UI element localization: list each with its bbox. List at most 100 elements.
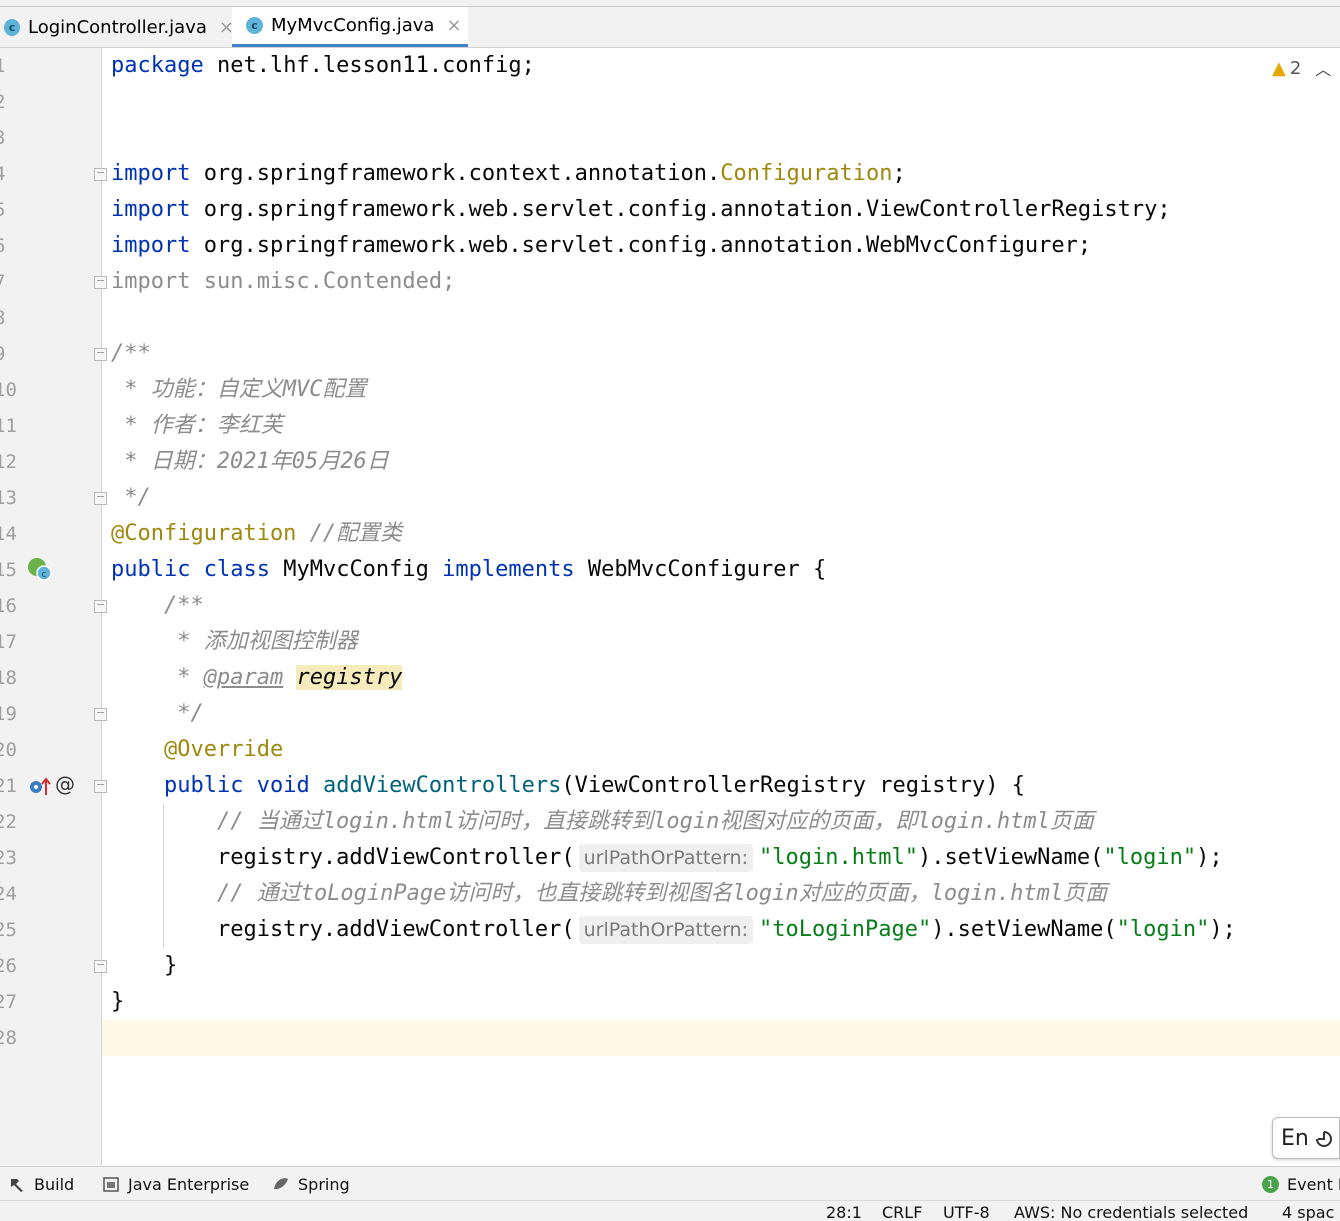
line-comment: // 通过toLoginPage访问时，也直接跳转到视图名login对应的页面，… xyxy=(111,881,1108,906)
fold-marker[interactable] xyxy=(94,780,107,793)
class-icon: c xyxy=(4,18,21,36)
line-number: 21 xyxy=(0,775,17,797)
code-line: import org.springframework.context.annot… xyxy=(111,161,906,186)
code-line: import org.springframework.web.servlet.c… xyxy=(111,197,1171,222)
caret-position[interactable]: 28:1 xyxy=(826,1203,862,1221)
line-number: 26 xyxy=(0,955,17,977)
tool-label: Spring xyxy=(298,1174,350,1194)
fold-marker[interactable] xyxy=(94,168,107,181)
window-top-strip xyxy=(0,0,1340,7)
fold-marker[interactable] xyxy=(94,492,107,505)
code-line: registry.addViewController(urlPathOrPatt… xyxy=(111,916,1236,944)
editor-tab-bar: c LoginController.java × c MyMvcConfig.j… xyxy=(0,7,1340,48)
file-encoding[interactable]: UTF-8 xyxy=(943,1203,990,1221)
spring-leaf-icon xyxy=(274,1178,288,1190)
doc-comment-line: */ xyxy=(111,485,151,510)
line-number: 22 xyxy=(0,811,17,833)
tool-label: Build xyxy=(34,1174,75,1194)
tool-java-enterprise[interactable]: Java Enterprise xyxy=(102,1167,249,1201)
tool-label: Java Enterprise xyxy=(128,1174,250,1194)
svg-text:c: c xyxy=(42,570,47,580)
tool-event-log[interactable]: 1 Event L xyxy=(1262,1167,1340,1201)
doc-comment-line: */ xyxy=(111,701,204,726)
line-number: 10 xyxy=(0,379,17,401)
fold-marker[interactable] xyxy=(94,600,107,613)
tab-label: MyMvcConfig.java xyxy=(271,15,435,36)
tool-build[interactable]: Build xyxy=(8,1167,74,1201)
doc-comment-line: * 日期：2021年05月26日 xyxy=(111,449,389,474)
line-number: 8 xyxy=(0,300,22,336)
parameter-hint: urlPathOrPattern: xyxy=(578,916,753,944)
tool-label: Event L xyxy=(1287,1174,1340,1194)
line-number: 12 xyxy=(0,451,17,473)
code-line: } xyxy=(111,989,125,1014)
doc-comment-line: * @param registry xyxy=(111,665,403,690)
line-number: 28 xyxy=(0,1027,17,1049)
doc-comment-line: /** xyxy=(111,341,151,366)
code-line: public class MyMvcConfig implements WebM… xyxy=(111,557,827,582)
indent-setting[interactable]: 4 spac xyxy=(1282,1203,1334,1221)
doc-comment-line: * 功能：自定义MVC配置 xyxy=(111,377,367,402)
line-number: 15 xyxy=(0,559,17,581)
fold-marker[interactable] xyxy=(94,348,107,361)
aws-connection[interactable]: AWS: No credentials selected xyxy=(1014,1203,1248,1221)
event-log-icon: 1 xyxy=(1262,1175,1279,1193)
line-number: 9 xyxy=(0,336,22,372)
line-number: 24 xyxy=(0,883,17,905)
unused-import-line: import sun.misc.Contended; xyxy=(111,269,456,294)
java-enterprise-icon xyxy=(103,1177,119,1192)
line-separator[interactable]: CRLF xyxy=(882,1203,922,1221)
current-line-highlight xyxy=(102,1020,1340,1056)
tab-my-mvc-config[interactable]: c MyMvcConfig.java × xyxy=(232,7,468,47)
line-number: 19 xyxy=(0,703,17,725)
parameter-hint: urlPathOrPattern: xyxy=(578,844,753,872)
fold-marker[interactable] xyxy=(94,708,107,721)
line-number: 27 xyxy=(0,991,17,1013)
line-number: 4 xyxy=(0,156,22,192)
code-line: @Configuration //配置类 xyxy=(111,521,403,546)
status-bar: 28:1 CRLF UTF-8 AWS: No credentials sele… xyxy=(0,1200,1340,1221)
spring-bean-icon[interactable]: c xyxy=(26,556,54,582)
line-number: 20 xyxy=(0,739,17,761)
doc-comment-line: * 添加视图控制器 xyxy=(111,629,358,654)
hammer-icon xyxy=(11,1179,23,1192)
line-number: 7 xyxy=(0,264,22,300)
fold-marker[interactable] xyxy=(94,960,107,973)
line-number: 11 xyxy=(0,415,17,437)
tool-spring[interactable]: Spring xyxy=(272,1167,350,1201)
line-number: 13 xyxy=(0,487,17,509)
line-number: 25 xyxy=(0,919,17,941)
line-number: 16 xyxy=(0,595,17,617)
tool-window-bar: Build Java Enterprise Spring 1 Event L xyxy=(0,1166,1340,1201)
tab-login-controller[interactable]: c LoginController.java × xyxy=(0,7,234,47)
ime-indicator[interactable]: En xyxy=(1272,1117,1340,1159)
line-number: 18 xyxy=(0,667,17,689)
code-line: package net.lhf.lesson11.config; xyxy=(111,53,535,78)
line-number: 17 xyxy=(0,631,17,653)
param-highlight: registry xyxy=(296,665,403,690)
line-number: 23 xyxy=(0,847,17,869)
code-line: } xyxy=(111,953,178,978)
line-number: 5 xyxy=(0,192,22,228)
override-at-icon[interactable]: @ xyxy=(55,772,75,796)
doc-comment-line: /** xyxy=(111,593,204,618)
ime-mode-icon xyxy=(1315,1131,1332,1147)
line-number: 6 xyxy=(0,228,22,264)
code-line: import org.springframework.web.servlet.c… xyxy=(111,233,1092,258)
line-comment: // 当通过login.html访问时，直接跳转到login视图对应的页面，即l… xyxy=(111,809,1094,834)
chevron-up-icon[interactable]: ︿ xyxy=(1315,56,1331,80)
inspection-widget[interactable]: ▲ 2 ︿ xyxy=(1272,56,1331,80)
line-number: 14 xyxy=(0,523,17,545)
implementing-method-icon[interactable] xyxy=(28,775,54,797)
fold-marker[interactable] xyxy=(94,276,107,289)
line-number: 3 xyxy=(0,120,22,156)
ime-label: En xyxy=(1281,1125,1309,1151)
code-line: @Override xyxy=(111,737,284,762)
class-icon: c xyxy=(246,17,263,34)
code-line: registry.addViewController(urlPathOrPatt… xyxy=(111,844,1223,872)
close-icon[interactable]: × xyxy=(446,15,461,36)
doc-comment-line: * 作者：李红芙 xyxy=(111,413,283,438)
line-number: 1 xyxy=(0,48,22,84)
warning-icon: ▲ xyxy=(1272,57,1286,79)
line-number: 2 xyxy=(0,84,22,120)
